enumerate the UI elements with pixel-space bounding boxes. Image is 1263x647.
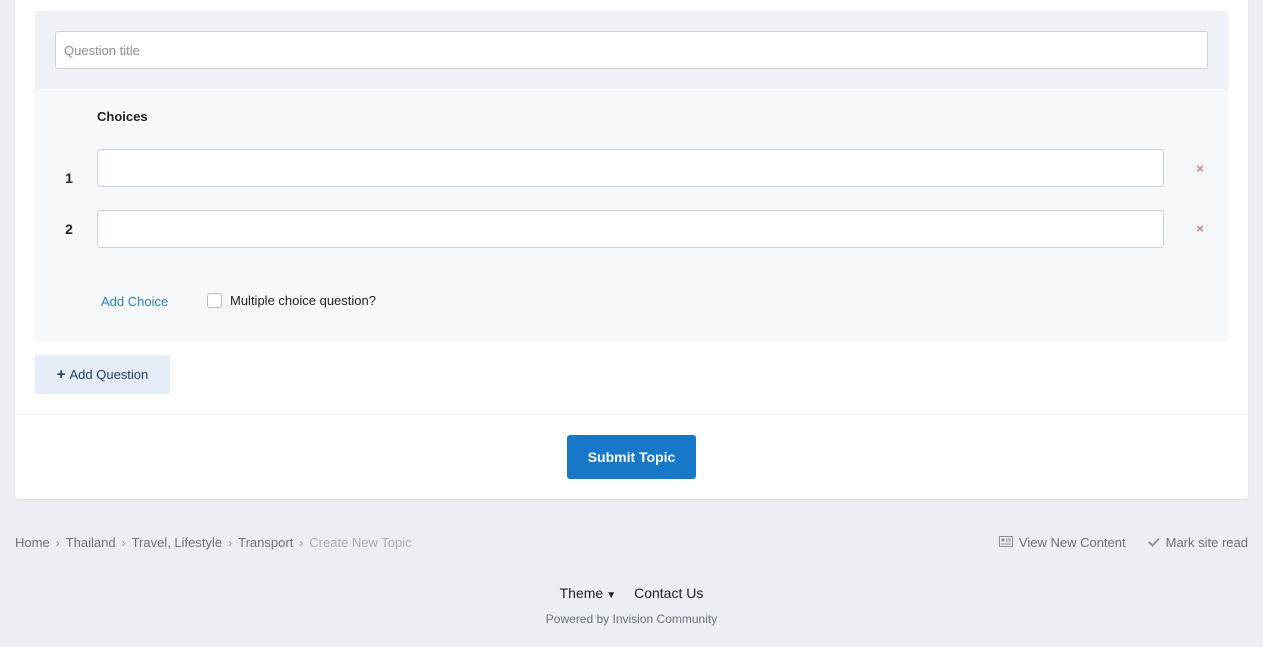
multiple-choice-toggle[interactable]: Multiple choice question?	[207, 293, 376, 308]
submit-topic-button[interactable]: Submit Topic	[567, 435, 696, 479]
breadcrumb-travel-lifestyle[interactable]: Travel, Lifestyle	[132, 535, 223, 550]
contact-us-link[interactable]: Contact Us	[634, 585, 703, 601]
compose-card: Choices 1 × 2 × Add Choice Multiple choi…	[15, 0, 1248, 499]
breadcrumb-transport[interactable]: Transport	[238, 535, 293, 550]
choice-input-1[interactable]	[97, 149, 1164, 187]
breadcrumb-current: Create New Topic	[309, 535, 412, 550]
choices-label: Choices	[97, 109, 148, 124]
breadcrumb-thailand[interactable]: Thailand	[66, 535, 116, 550]
add-choice-link[interactable]: Add Choice	[101, 294, 168, 309]
site-links: View New Content Mark site read	[998, 535, 1248, 550]
powered-by: Powered by Invision Community	[545, 612, 718, 626]
choice-input-2[interactable]	[97, 210, 1164, 248]
breadcrumb: Home › Thailand › Travel, Lifestyle › Tr…	[15, 535, 412, 550]
theme-label: Theme	[559, 585, 604, 601]
remove-choice-1-icon[interactable]: ×	[1193, 162, 1207, 176]
question-title-input[interactable]	[55, 31, 1208, 69]
multiple-choice-checkbox[interactable]	[207, 293, 222, 308]
plus-icon: +	[56, 366, 66, 383]
checkmark-icon	[1147, 536, 1160, 550]
poll-question-header	[35, 11, 1228, 89]
chevron-right-icon: ›	[228, 535, 233, 550]
breadcrumb-home[interactable]: Home	[15, 535, 50, 550]
mark-site-read-link[interactable]: Mark site read	[1147, 535, 1248, 550]
choice-number: 1	[65, 170, 73, 186]
multiple-choice-label: Multiple choice question?	[230, 293, 376, 308]
chevron-right-icon: ›	[121, 535, 126, 550]
view-new-content-label: View New Content	[1018, 535, 1126, 550]
divider	[15, 414, 1248, 415]
caret-down-icon: ▼	[606, 590, 617, 601]
mark-site-read-label: Mark site read	[1165, 535, 1248, 550]
add-question-label: Add Question	[69, 367, 149, 382]
chevron-right-icon: ›	[299, 535, 304, 550]
poll-question-box: Choices 1 × 2 × Add Choice Multiple choi…	[35, 11, 1228, 340]
view-new-content-link[interactable]: View New Content	[998, 535, 1126, 550]
chevron-right-icon: ›	[55, 535, 60, 550]
theme-menu[interactable]: Theme ▼	[560, 585, 616, 601]
remove-choice-2-icon[interactable]: ×	[1193, 222, 1207, 236]
footer-links: Theme ▼ Contact Us	[0, 585, 1263, 601]
choice-number: 2	[65, 221, 73, 237]
newspaper-icon	[998, 535, 1013, 550]
add-question-button[interactable]: + Add Question	[35, 355, 170, 394]
